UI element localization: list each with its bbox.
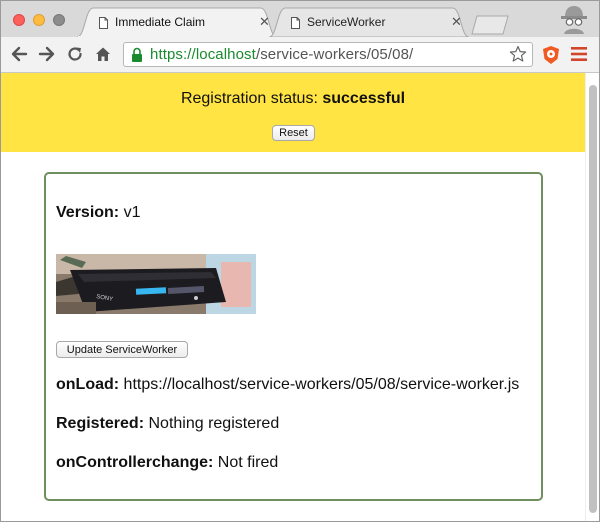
registration-status-banner: Registration status: successful Reset — [1, 73, 585, 152]
reload-icon[interactable] — [66, 45, 84, 63]
service-worker-card: Version: v1 SONY Update ServiceWorker on… — [44, 172, 543, 501]
forward-arrow-icon[interactable] — [38, 45, 56, 63]
tab-close-icon[interactable]: ✕ — [451, 14, 462, 30]
registered-label: Registered: — [56, 415, 145, 432]
back-arrow-icon[interactable] — [10, 45, 28, 63]
status-label: Registration status: — [180, 90, 318, 107]
browser-toolbar: https://localhost/service-workers/05/08/ — [1, 37, 599, 73]
reset-button[interactable]: Reset — [272, 125, 315, 141]
walkman-photo: SONY — [56, 254, 256, 314]
browser-window: Immediate Claim ✕ ServiceWorker ✕ https:… — [0, 0, 600, 522]
close-window-icon[interactable] — [13, 14, 25, 26]
tab-title: Immediate Claim — [115, 15, 206, 29]
onload-value: https://localhost/service-workers/05/08/… — [123, 376, 520, 393]
controllerchange-value: Not fired — [217, 454, 279, 471]
registration-status: Registration status: successful — [1, 90, 585, 108]
onload-label: onLoad: — [56, 376, 120, 393]
incognito-icon — [561, 6, 587, 34]
address-bar[interactable]: https://localhost/service-workers/05/08/ — [123, 42, 533, 67]
star-icon[interactable] — [509, 45, 527, 63]
scrollbar-thumb[interactable] — [589, 85, 597, 513]
version-row: Version: v1 — [56, 204, 141, 222]
maximize-window-icon[interactable] — [53, 14, 65, 26]
home-icon[interactable] — [94, 45, 112, 63]
minimize-window-icon[interactable] — [33, 14, 45, 26]
registered-row: Registered: Nothing registered — [56, 415, 279, 433]
url-host: https://localhost — [150, 46, 256, 63]
tab-strip: Immediate Claim ✕ ServiceWorker ✕ — [1, 1, 599, 37]
url-text: https://localhost/service-workers/05/08/ — [150, 46, 413, 63]
status-value: successful — [322, 90, 406, 107]
version-label: Version: — [56, 204, 120, 221]
update-serviceworker-button[interactable]: Update ServiceWorker — [56, 341, 188, 358]
version-value: v1 — [123, 204, 141, 221]
onload-row: onLoad: https://localhost/service-worker… — [56, 376, 519, 394]
page-content: Registration status: successful Reset Ve… — [1, 73, 599, 521]
menu-icon[interactable] — [571, 47, 587, 61]
tab-title: ServiceWorker — [307, 15, 386, 29]
tab-immediate-claim[interactable]: Immediate Claim ✕ — [77, 7, 277, 37]
new-tab-button[interactable] — [471, 15, 509, 35]
document-icon — [99, 17, 108, 29]
controllerchange-row: onControllerchange: Not fired — [56, 454, 278, 472]
extension-icon[interactable] — [542, 45, 560, 65]
url-path: /service-workers/05/08/ — [255, 46, 414, 63]
lock-icon — [132, 47, 142, 62]
document-icon — [291, 17, 300, 29]
vertical-scrollbar[interactable] — [585, 73, 599, 521]
registered-value: Nothing registered — [148, 415, 280, 432]
tab-serviceworker[interactable]: ServiceWorker ✕ — [269, 7, 469, 37]
controllerchange-label: onControllerchange: — [56, 454, 214, 471]
